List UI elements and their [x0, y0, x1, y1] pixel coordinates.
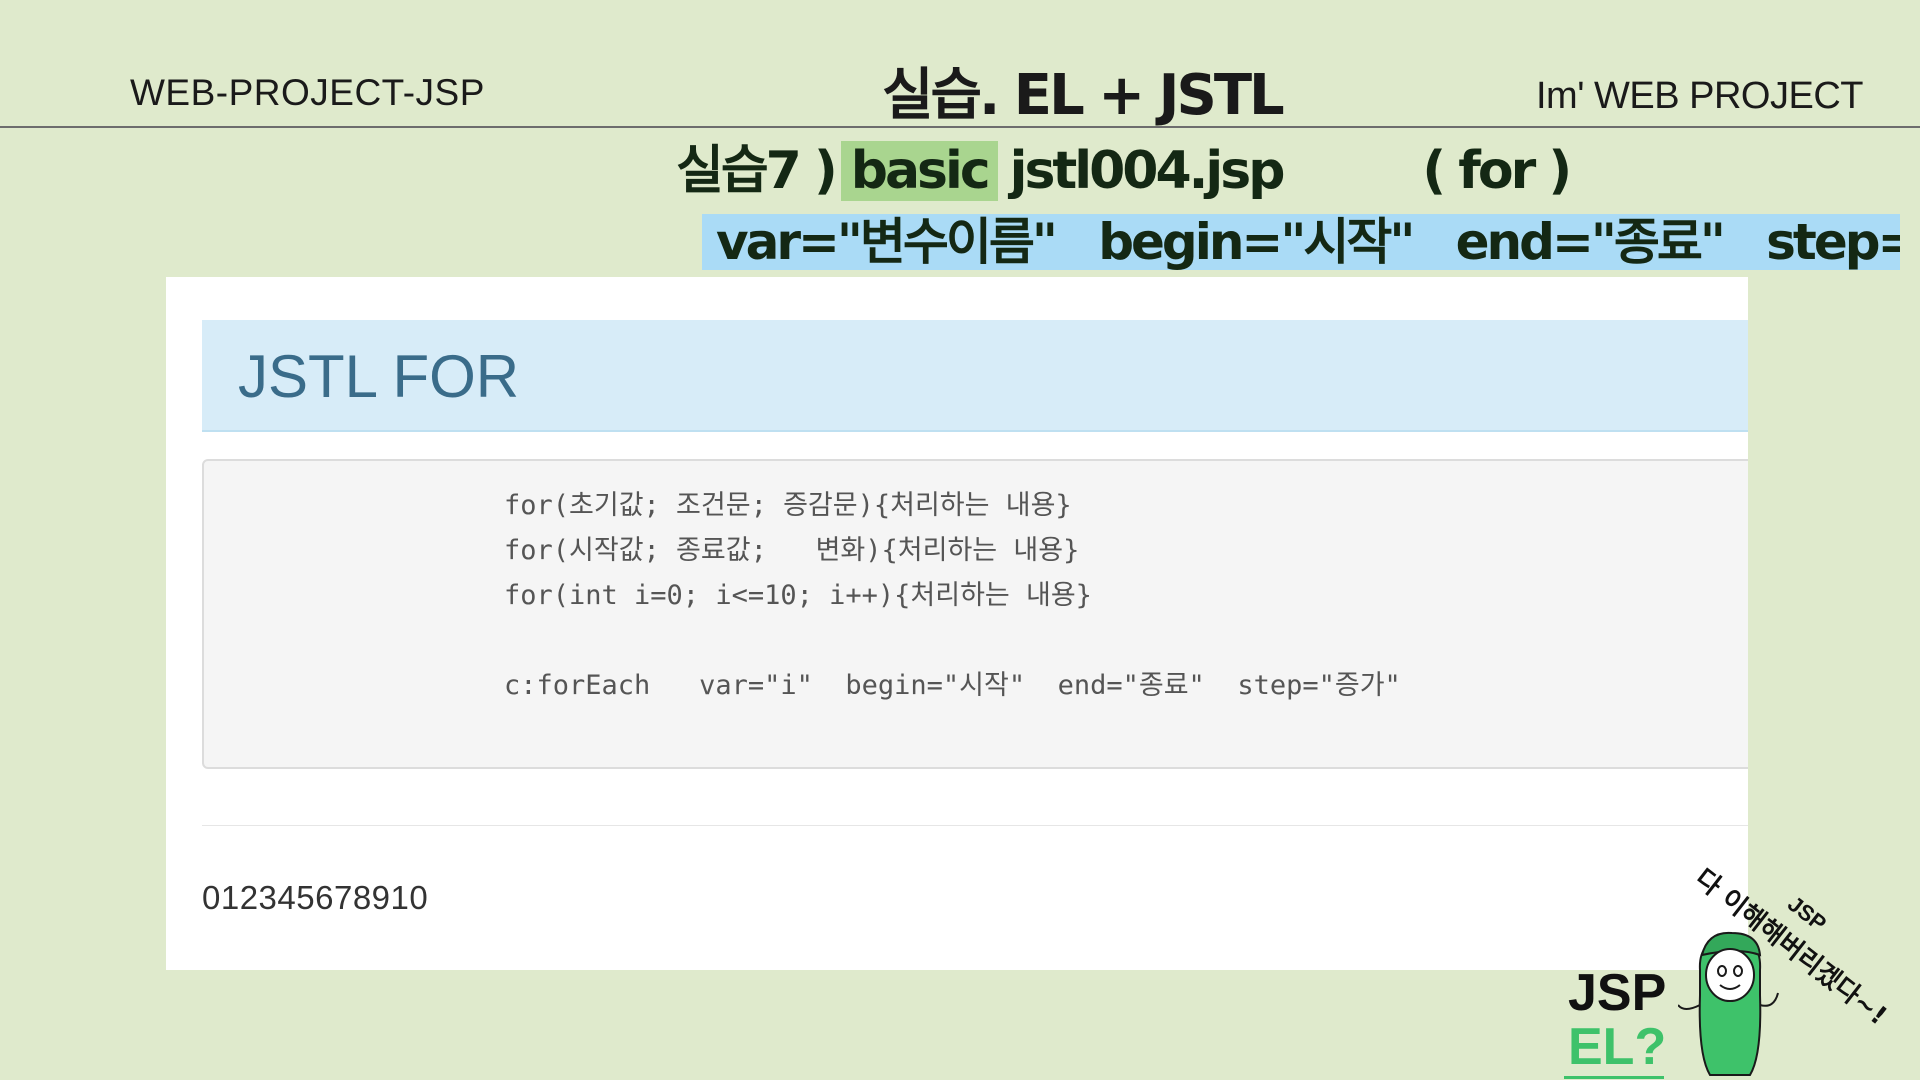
exercise-prefix: 실습7 )	[676, 141, 838, 201]
code-well: for(초기값; 조건문; 증감문){처리하는 내용} for(시작값; 종료값…	[202, 459, 1748, 769]
header-right-label: Im' WEB PROJECT	[1536, 75, 1864, 117]
code-line: for(초기값; 조건문; 증감문){처리하는 내용}	[504, 490, 1072, 521]
code-block: for(초기값; 조건문; 증감문){처리하는 내용} for(시작값; 종료값…	[504, 483, 1401, 708]
header-divider	[0, 126, 1920, 128]
code-line: for(시작값; 종료값; 변화){처리하는 내용}	[504, 535, 1080, 566]
mascot-underline	[1564, 1076, 1664, 1079]
content-divider	[202, 825, 1748, 826]
header-left-label: WEB-PROJECT-JSP	[130, 72, 485, 113]
jumbotron-title: JSTL FOR	[238, 343, 520, 410]
mascot-character-icon	[1678, 931, 1779, 1076]
exercise-subtitle: 실습7 ) basic jstl004.jsp ( for )	[676, 140, 1572, 206]
browser-screenshot: JSTL FOR for(초기값; 조건문; 증감문){처리하는 내용} for…	[166, 277, 1748, 970]
topic-tag: ( for )	[1422, 141, 1572, 201]
mascot-group: 다 이해해버리겠다~! JSP JSP EL?	[1560, 855, 1920, 1080]
jumbotron: JSTL FOR	[202, 320, 1748, 432]
loop-output: 012345678910	[202, 879, 429, 916]
mascot-el-label: EL?	[1568, 1018, 1667, 1076]
page-title: 실습. EL + JSTL	[882, 63, 1285, 128]
mascot-jsp-label: JSP	[1568, 964, 1667, 1022]
code-line-foreach: c:forEach var="i" begin="시작" end="종료" st…	[504, 670, 1401, 701]
folder-chip: basic	[840, 141, 998, 201]
code-line: for(int i=0; i<=10; i++){처리하는 내용}	[504, 580, 1092, 611]
syntax-bar: var="변수이름" begin="시작" end="종료" step="증가"	[702, 214, 1900, 270]
file-name: jstl004.jsp	[1009, 141, 1286, 201]
